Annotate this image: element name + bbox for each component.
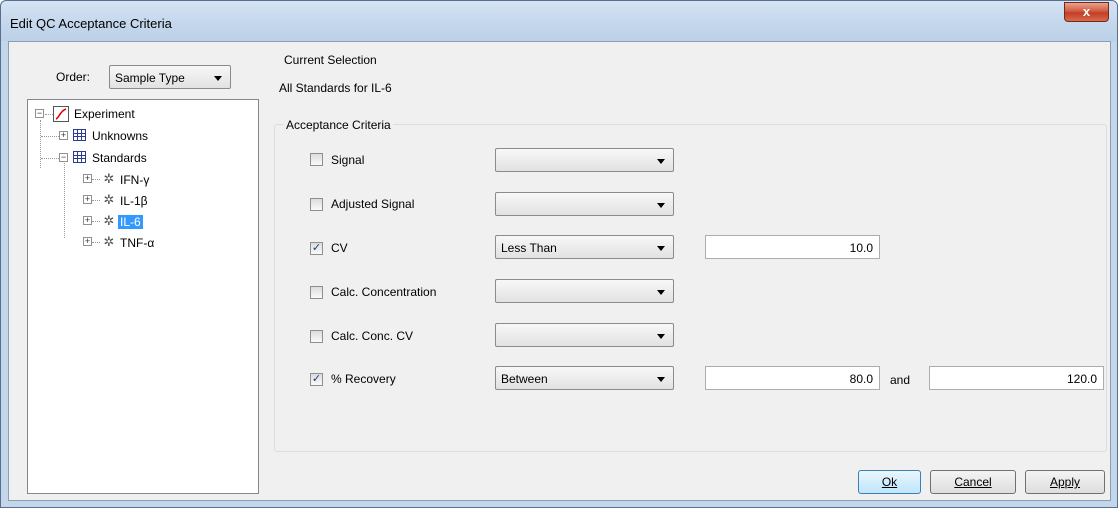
tree-node-analyte[interactable]: IFN-γ: [120, 173, 149, 187]
cancel-button[interactable]: Cancel: [930, 470, 1016, 494]
analyte-icon: ✲: [103, 213, 115, 228]
calc-conc-cv-checkbox[interactable]: [310, 330, 323, 343]
calc-conc-cv-label: Calc. Conc. CV: [331, 329, 414, 343]
close-icon: x: [1082, 4, 1091, 19]
plate-icon: [73, 129, 86, 141]
order-dropdown-value: Sample Type: [115, 71, 185, 85]
recovery-and-label: and: [890, 373, 911, 387]
current-selection-value: All Standards for IL-6: [279, 81, 392, 95]
sample-tree[interactable]: − Experiment + Unknowns − Standards + ✲ …: [27, 99, 259, 494]
chevron-down-icon: [657, 246, 665, 251]
window-title: Edit QC Acceptance Criteria: [10, 16, 172, 31]
cv-value-input[interactable]: 10.0: [705, 235, 880, 259]
analyte-icon: ✲: [103, 234, 115, 249]
calc-concentration-label: Calc. Concentration: [331, 285, 437, 299]
collapse-icon[interactable]: −: [59, 153, 68, 162]
current-selection-group: [274, 59, 1107, 105]
cv-operator-value: Less Than: [501, 241, 557, 255]
plate-icon: [73, 151, 86, 163]
expand-icon[interactable]: +: [83, 216, 92, 225]
ok-button[interactable]: Ok: [858, 470, 921, 494]
recovery-min-input[interactable]: 80.0: [705, 366, 880, 390]
cv-operator-dropdown[interactable]: Less Than: [495, 235, 674, 259]
signal-checkbox[interactable]: [310, 153, 323, 166]
tree-node-analyte[interactable]: IL-1β: [120, 194, 148, 208]
expand-icon[interactable]: +: [83, 174, 92, 183]
collapse-icon[interactable]: −: [35, 109, 44, 118]
expand-icon[interactable]: +: [83, 195, 92, 204]
current-selection-title: Current Selection: [284, 53, 377, 67]
acceptance-criteria-title: Acceptance Criteria: [284, 118, 393, 132]
calc-concentration-checkbox[interactable]: [310, 286, 323, 299]
close-button[interactable]: x: [1064, 2, 1109, 22]
recovery-label: % Recovery: [331, 372, 396, 386]
chevron-down-icon: [657, 377, 665, 382]
signal-operator-dropdown[interactable]: [495, 148, 674, 172]
chevron-down-icon: [214, 76, 222, 81]
ok-button-label: Ok: [881, 475, 898, 489]
chevron-down-icon: [657, 203, 665, 208]
tree-node-standards[interactable]: Standards: [92, 151, 147, 165]
recovery-checkbox[interactable]: ✓: [310, 373, 323, 386]
title-bar[interactable]: Edit QC Acceptance Criteria x: [1, 1, 1117, 41]
apply-button-label: Apply: [1049, 475, 1081, 489]
experiment-icon: [53, 106, 69, 122]
recovery-operator-value: Between: [501, 372, 548, 386]
cv-label: CV: [331, 241, 348, 255]
recovery-operator-dropdown[interactable]: Between: [495, 366, 674, 390]
signal-label: Signal: [331, 153, 365, 167]
cv-checkbox[interactable]: ✓: [310, 242, 323, 255]
order-dropdown[interactable]: Sample Type: [109, 65, 231, 89]
tree-node-analyte[interactable]: TNF-α: [120, 236, 154, 250]
recovery-max-input[interactable]: 120.0: [929, 366, 1104, 390]
analyte-icon: ✲: [103, 192, 115, 207]
adjusted-signal-label: Adjusted Signal: [331, 197, 415, 211]
dialog-window: Edit QC Acceptance Criteria x Order: Sam…: [0, 0, 1118, 508]
order-label: Order:: [56, 70, 91, 84]
apply-button[interactable]: Apply: [1025, 470, 1105, 494]
analyte-icon: ✲: [103, 171, 115, 186]
dialog-client: Order: Sample Type − Experiment + Unknow…: [8, 41, 1111, 501]
tree-node-analyte-selected[interactable]: IL-6: [118, 215, 143, 229]
calc-conc-cv-operator-dropdown[interactable]: [495, 323, 674, 347]
adjusted-signal-operator-dropdown[interactable]: [495, 192, 674, 216]
expand-icon[interactable]: +: [59, 131, 68, 140]
tree-node-unknowns[interactable]: Unknowns: [92, 129, 148, 143]
chevron-down-icon: [657, 159, 665, 164]
adjusted-signal-checkbox[interactable]: [310, 198, 323, 211]
expand-icon[interactable]: +: [83, 237, 92, 246]
calc-concentration-operator-dropdown[interactable]: [495, 279, 674, 303]
chevron-down-icon: [657, 334, 665, 339]
chevron-down-icon: [657, 290, 665, 295]
tree-node-experiment[interactable]: Experiment: [74, 107, 135, 121]
cancel-button-label: Cancel: [954, 475, 992, 489]
